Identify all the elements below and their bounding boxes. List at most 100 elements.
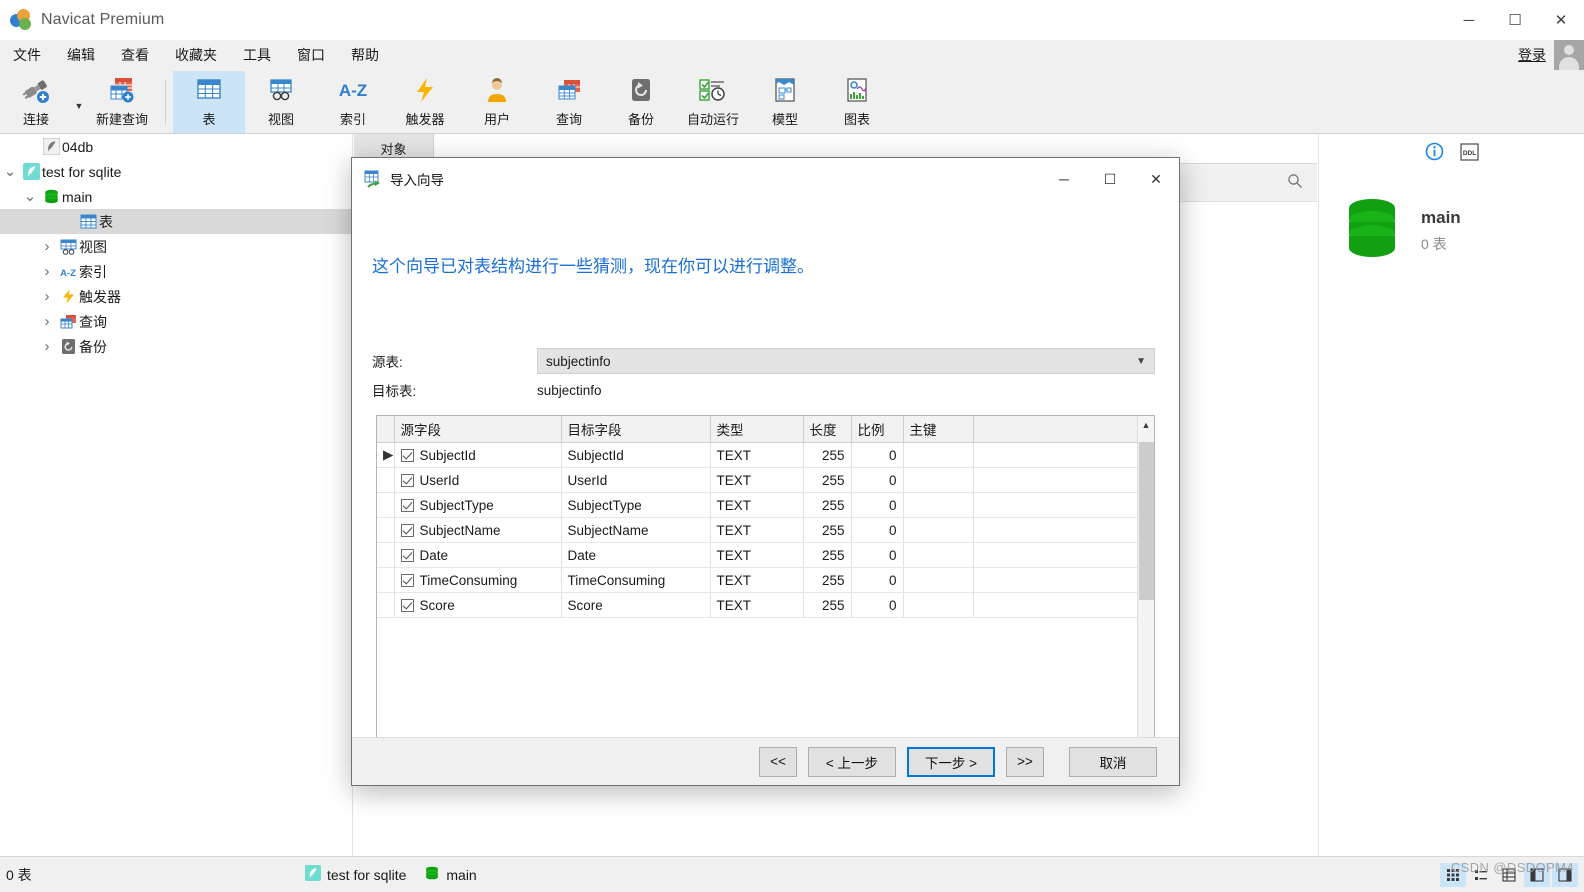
toolbar-index[interactable]: A-Z 索引 xyxy=(317,71,389,133)
col-source-field[interactable]: 源字段 xyxy=(394,416,562,443)
sidebar-item-main[interactable]: main xyxy=(0,184,352,209)
field-checkbox[interactable] xyxy=(400,573,414,587)
table-row[interactable]: Date Date TEXT 255 0 xyxy=(377,542,1138,568)
twisty-closed-icon[interactable] xyxy=(37,338,57,355)
window-minimize-button[interactable]: ─ xyxy=(1446,0,1492,40)
login-link[interactable]: 登录 xyxy=(1518,45,1546,65)
sidebar-item-backups[interactable]: 备份 xyxy=(0,334,352,359)
target-field-cell[interactable]: SubjectType xyxy=(561,492,711,518)
source-field-cell[interactable]: SubjectName xyxy=(394,517,562,543)
twisty-closed-icon[interactable] xyxy=(37,238,57,255)
next-step-button[interactable]: 下一步 > xyxy=(907,746,995,777)
toolbar-trigger[interactable]: 触发器 xyxy=(389,71,461,133)
toolbar-user[interactable]: 用户 xyxy=(461,71,533,133)
detail-view-icon[interactable] xyxy=(1496,863,1522,887)
ddl-icon[interactable]: DDL xyxy=(1459,142,1479,164)
toolbar-model[interactable]: 模型 xyxy=(749,71,821,133)
sidebar-item-triggers[interactable]: 触发器 xyxy=(0,284,352,309)
length-cell[interactable]: 255 xyxy=(803,442,852,468)
col-primary-key[interactable]: 主键 xyxy=(903,416,974,443)
length-cell[interactable]: 255 xyxy=(803,592,852,618)
source-field-cell[interactable]: Date xyxy=(394,542,562,568)
col-type[interactable]: 类型 xyxy=(710,416,804,443)
window-close-button[interactable]: ✕ xyxy=(1538,0,1584,40)
field-checkbox[interactable] xyxy=(400,598,414,612)
sidebar-item-queries[interactable]: 查询 xyxy=(0,309,352,334)
primary-key-cell[interactable] xyxy=(903,517,974,543)
target-field-cell[interactable]: SubjectName xyxy=(561,517,711,543)
toolbar-connection[interactable]: 连接 xyxy=(0,71,72,133)
source-table-select[interactable]: subjectinfo ▼ xyxy=(537,348,1155,374)
source-field-cell[interactable]: UserId xyxy=(394,467,562,493)
sidebar-item-views[interactable]: 视图 xyxy=(0,234,352,259)
twisty-open-icon[interactable] xyxy=(20,194,40,200)
length-cell[interactable]: 255 xyxy=(803,492,852,518)
primary-key-cell[interactable] xyxy=(903,592,974,618)
menu-favorites[interactable]: 收藏夹 xyxy=(162,41,230,69)
scale-cell[interactable]: 0 xyxy=(851,442,904,468)
type-cell[interactable]: TEXT xyxy=(710,592,804,618)
table-row[interactable]: Score Score TEXT 255 0 xyxy=(377,592,1138,618)
sidebar-item-04db[interactable]: 04db xyxy=(0,134,352,159)
toolbar-table[interactable]: 表 xyxy=(173,70,245,133)
info-icon[interactable] xyxy=(1425,142,1444,164)
scale-cell[interactable]: 0 xyxy=(851,542,904,568)
source-field-cell[interactable]: Score xyxy=(394,592,562,618)
list-view-icon[interactable] xyxy=(1468,863,1494,887)
scroll-up-icon[interactable]: ▲ xyxy=(1138,416,1154,433)
type-cell[interactable]: TEXT xyxy=(710,492,804,518)
pane-toggle-right-icon[interactable] xyxy=(1552,862,1578,887)
twisty-open-icon[interactable] xyxy=(0,169,20,175)
toolbar-chart[interactable]: 图表 xyxy=(821,71,893,133)
avatar[interactable] xyxy=(1554,40,1584,70)
table-row[interactable]: UserId UserId TEXT 255 0 xyxy=(377,467,1138,493)
scale-cell[interactable]: 0 xyxy=(851,517,904,543)
sidebar-item-tables[interactable]: 表 xyxy=(0,209,352,234)
dialog-minimize-button[interactable]: ─ xyxy=(1041,158,1087,200)
sidebar-item-test-for-sqlite[interactable]: test for sqlite xyxy=(0,159,352,184)
field-checkbox[interactable] xyxy=(400,548,414,562)
col-length[interactable]: 长度 xyxy=(803,416,852,443)
last-step-button[interactable]: >> xyxy=(1006,746,1044,777)
type-cell[interactable]: TEXT xyxy=(710,542,804,568)
primary-key-cell[interactable] xyxy=(903,467,974,493)
menu-edit[interactable]: 编辑 xyxy=(54,41,108,69)
type-cell[interactable]: TEXT xyxy=(710,467,804,493)
scale-cell[interactable]: 0 xyxy=(851,492,904,518)
table-row[interactable]: ▶ SubjectId SubjectId TEXT 255 0 xyxy=(377,442,1138,468)
toolbar-new-query[interactable]: 新建查询 xyxy=(86,71,158,133)
field-checkbox[interactable] xyxy=(400,498,414,512)
source-field-cell[interactable]: SubjectId xyxy=(394,442,562,468)
source-field-cell[interactable]: TimeConsuming xyxy=(394,567,562,593)
length-cell[interactable]: 255 xyxy=(803,542,852,568)
scale-cell[interactable]: 0 xyxy=(851,592,904,618)
sidebar-item-indexes[interactable]: A-Z 索引 xyxy=(0,259,352,284)
field-checkbox[interactable] xyxy=(400,448,414,462)
toolbar-automation[interactable]: 自动运行 xyxy=(677,71,749,133)
toolbar-view[interactable]: 视图 xyxy=(245,71,317,133)
first-step-button[interactable]: << xyxy=(759,746,797,777)
menu-view[interactable]: 查看 xyxy=(108,41,162,69)
table-row[interactable]: TimeConsuming TimeConsuming TEXT 255 0 xyxy=(377,567,1138,593)
type-cell[interactable]: TEXT xyxy=(710,517,804,543)
length-cell[interactable]: 255 xyxy=(803,467,852,493)
dialog-maximize-button[interactable]: ☐ xyxy=(1087,158,1133,200)
toolbar-query[interactable]: 查询 xyxy=(533,71,605,133)
field-checkbox[interactable] xyxy=(400,523,414,537)
primary-key-cell[interactable] xyxy=(903,442,974,468)
cancel-button[interactable]: 取消 xyxy=(1069,746,1157,777)
table-row[interactable]: SubjectName SubjectName TEXT 255 0 xyxy=(377,517,1138,543)
primary-key-cell[interactable] xyxy=(903,492,974,518)
table-row[interactable]: SubjectType SubjectType TEXT 255 0 xyxy=(377,492,1138,518)
twisty-closed-icon[interactable] xyxy=(37,263,57,280)
toolbar-backup[interactable]: 备份 xyxy=(605,71,677,133)
menu-window[interactable]: 窗口 xyxy=(284,41,338,69)
source-field-cell[interactable]: SubjectType xyxy=(394,492,562,518)
twisty-closed-icon[interactable] xyxy=(37,288,57,305)
pane-toggle-left-icon[interactable] xyxy=(1524,862,1550,887)
target-field-cell[interactable]: Date xyxy=(561,542,711,568)
twisty-closed-icon[interactable] xyxy=(37,313,57,330)
type-cell[interactable]: TEXT xyxy=(710,442,804,468)
target-field-cell[interactable]: UserId xyxy=(561,467,711,493)
scale-cell[interactable]: 0 xyxy=(851,467,904,493)
